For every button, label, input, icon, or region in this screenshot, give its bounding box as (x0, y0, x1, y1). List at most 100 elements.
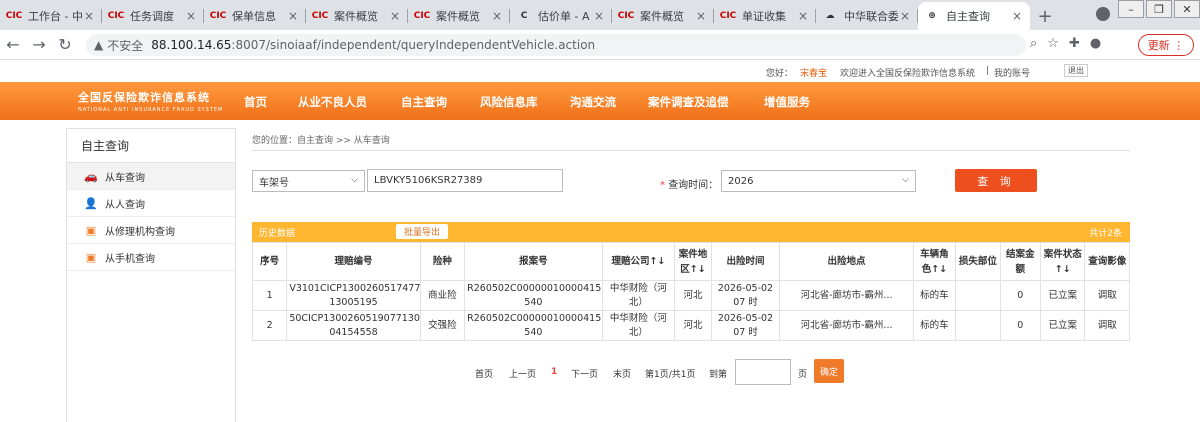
column-header: 出险地点 (779, 242, 914, 281)
tab-title: 估价单 - A (538, 10, 590, 23)
browser-tab[interactable]: ☁ 中华联合委 × (816, 2, 918, 30)
tab-favicon-icon: ⊕ (928, 11, 936, 21)
extensions-icon[interactable]: ✚ (1069, 36, 1080, 51)
close-icon[interactable]: × (82, 9, 96, 23)
close-icon[interactable]: × (1010, 9, 1024, 23)
browser-tab[interactable]: CIC 案件概览 × (408, 2, 510, 30)
column-header[interactable]: 理赔公司↑↓ (601, 242, 676, 281)
profile-icon[interactable] (1096, 7, 1110, 21)
column-header[interactable]: 案件地区↑↓ (674, 242, 712, 281)
tab-title: 案件概览 (334, 10, 378, 23)
nav-self-query[interactable]: 自主查询 (401, 94, 447, 110)
browser-tab[interactable]: CIC 保单信息 × (204, 2, 306, 30)
sidebar-item-phone[interactable]: ▣ 从手机查询 (67, 244, 235, 271)
vin-input[interactable]: LBVKY5106KSR27389 (367, 169, 563, 192)
pager-current[interactable]: 1 (551, 367, 557, 377)
tab-favicon-icon: CIC (617, 11, 635, 21)
table-cell: R260502C00000010000415 540 (464, 280, 603, 311)
info-separator: | (986, 66, 990, 76)
table-cell: 商业险 (419, 280, 466, 311)
column-header: 报案号 (464, 242, 603, 281)
sidebar-item-person[interactable]: 👤 从人查询 (67, 190, 235, 217)
exit-label: 退出 (1068, 66, 1084, 75)
close-icon[interactable]: × (592, 9, 606, 23)
table-cell: 河北省-廊坊市-霸州... (779, 310, 914, 341)
table-cell: 河北 (674, 280, 712, 311)
table-cell: 0 (999, 310, 1042, 341)
sidebar-item-label: 从手机查询 (105, 253, 155, 265)
restore-icon[interactable]: ❐ (1146, 0, 1172, 18)
browser-toolbar: ← → ↻ ▲ 不安全 88.100.14.65:8007/sinoiaaf/i… (0, 30, 1200, 60)
close-window-icon[interactable]: ✕ (1174, 0, 1200, 18)
pager-next[interactable]: 下一页 (571, 367, 598, 380)
tab-favicon-icon: CIC (719, 11, 737, 21)
column-header: 理赔编号 (286, 242, 421, 281)
nav-risk-db[interactable]: 风险信息库 (480, 94, 538, 110)
reload-icon[interactable]: ↻ (52, 35, 78, 54)
column-header[interactable]: 案件状态↑↓ (1039, 242, 1086, 281)
browser-tab[interactable]: CIC 单证收集 × (714, 2, 816, 30)
user-name: 宋春宝 (800, 69, 828, 79)
update-button[interactable]: 更新 ⋮ (1138, 34, 1194, 56)
phone-icon: ▣ (85, 250, 97, 264)
table-cell: 交强险 (419, 310, 466, 341)
close-icon[interactable]: × (388, 9, 402, 23)
nav-investigation[interactable]: 案件调查及追偿 (648, 94, 729, 110)
nav-home[interactable]: 首页 (244, 94, 267, 110)
sidebar-item-vehicle[interactable]: 🚗 从车查询 (67, 163, 235, 190)
close-icon[interactable]: × (490, 9, 504, 23)
table-cell: 50CICP1300260519077130 04154558 (286, 310, 421, 341)
nav-communication[interactable]: 沟通交流 (570, 94, 616, 110)
table-cell: V3101CICP1300260517477 13005195 (286, 280, 421, 311)
column-header: 出险时间 (710, 242, 781, 281)
close-icon[interactable]: × (286, 9, 300, 23)
close-icon[interactable]: × (184, 9, 198, 23)
zoom-icon[interactable]: ⌕ (1030, 36, 1037, 51)
table-row: 2 50CICP1300260519077130 04154558 交强险 R2605… (251, 310, 1130, 341)
tab-title: 任务调度 (130, 10, 174, 23)
account-icon[interactable]: ● (1090, 36, 1101, 51)
retrieve-image-link[interactable]: 调取 (1084, 310, 1130, 341)
new-tab-button[interactable]: + (1030, 2, 1060, 30)
close-icon[interactable]: × (898, 9, 912, 23)
vin-input-value: LBVKY5106KSR27389 (374, 175, 483, 186)
column-header: 损失部位 (955, 242, 1001, 281)
browser-tab[interactable]: C 估价单 - A × (510, 2, 612, 30)
pager-last[interactable]: 末页 (613, 367, 631, 380)
back-icon[interactable]: ← (0, 35, 26, 54)
nav-bad-practitioners[interactable]: 从业不良人员 (298, 94, 367, 110)
browser-tab[interactable]: CIC 工作台 - 中 × (0, 2, 102, 30)
tab-favicon-icon: CIC (413, 11, 431, 21)
pager-prev[interactable]: 上一页 (509, 367, 536, 380)
batch-export-button[interactable]: 批量导出 (396, 224, 448, 239)
my-account-link[interactable]: 我的账号 (994, 66, 1030, 79)
address-bar[interactable]: ▲ 不安全 88.100.14.65:8007/sinoiaaf/indepen… (86, 34, 1026, 56)
site-top-info: 您好： 宋春宝 欢迎进入全国反保险欺诈信息系统 | 我的账号 退出 (0, 60, 1200, 82)
browser-tab[interactable]: CIC 案件概览 × (306, 2, 408, 30)
nav-value-added[interactable]: 增值服务 (764, 94, 810, 110)
breadcrumb: 您的位置：自主查询 >> 从车查询 (252, 136, 390, 146)
retrieve-image-link[interactable]: 调取 (1084, 280, 1130, 311)
page-number-input[interactable] (735, 359, 791, 385)
minimize-icon[interactable]: – (1118, 0, 1144, 18)
tab-favicon-icon: CIC (209, 11, 227, 21)
table-cell: 0 (999, 280, 1042, 311)
column-header[interactable]: 车辆角色↑↓ (912, 242, 957, 281)
browser-tab[interactable]: ⊕ 自主查询 × (918, 2, 1030, 30)
bookmark-star-icon[interactable]: ☆ (1047, 36, 1059, 51)
sidebar-item-repair-shop[interactable]: ▣ 从修理机构查询 (67, 217, 235, 244)
sidebar-title: 自主查询 (67, 129, 235, 163)
pager-first[interactable]: 首页 (475, 367, 493, 380)
browser-tab[interactable]: CIC 案件概览 × (612, 2, 714, 30)
tab-title: 单证收集 (742, 10, 786, 23)
main-nav: 全国反保险欺诈信息系统 NATIONAL ANTI INSURANCE FRAU… (0, 82, 1200, 120)
query-time-select[interactable]: 2026 ⌵ (721, 170, 916, 192)
browser-tab[interactable]: CIC 任务调度 × (102, 2, 204, 30)
exit-button[interactable]: 退出 (1064, 64, 1088, 77)
close-icon[interactable]: × (694, 9, 708, 23)
pager-ok-button[interactable]: 确定 (814, 359, 844, 383)
query-button[interactable]: 查 询 (955, 169, 1037, 192)
close-icon[interactable]: × (796, 9, 810, 23)
forward-icon[interactable]: → (26, 35, 52, 54)
field-type-select[interactable]: 车架号 ⌵ (252, 170, 365, 192)
